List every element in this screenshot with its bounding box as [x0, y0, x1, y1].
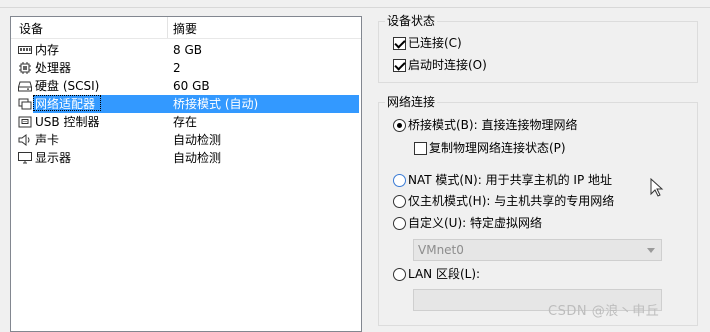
network-adapter-icon: [18, 98, 32, 110]
device-name: 网络适配器: [35, 97, 96, 111]
device-row-network-adapter[interactable]: 网络适配器 桥接模式 (自动): [11, 95, 361, 113]
column-separator[interactable]: [167, 17, 168, 39]
device-status-title: 设备状态: [385, 13, 438, 29]
bridged-radio[interactable]: [393, 119, 406, 132]
device-summary: 自动检测: [173, 133, 222, 147]
replicate-state-label[interactable]: 复制物理网络连接状态(P): [429, 140, 566, 156]
column-header-summary[interactable]: 摘要: [173, 21, 197, 37]
header-divider: [11, 38, 361, 39]
chevron-down-icon: [647, 248, 655, 253]
processor-icon: [19, 62, 31, 74]
window-top-edge: [0, 0, 710, 8]
connect-at-power-on-label[interactable]: 启动时连接(O): [408, 57, 487, 73]
device-summary: 自动检测: [173, 151, 222, 165]
bridged-label[interactable]: 桥接模式(B): 直接连接物理网络: [408, 117, 577, 133]
watermark: CSDN @浪丶申丘: [548, 304, 660, 319]
custom-radio[interactable]: [393, 217, 406, 230]
device-name: 声卡: [35, 133, 60, 147]
lan-segment-label[interactable]: LAN 区段(L):: [408, 266, 480, 282]
hard-disk-icon: [18, 81, 32, 92]
usb-icon: [18, 116, 32, 128]
host-only-label[interactable]: 仅主机模式(H): 与主机共享的专用网络: [408, 193, 614, 209]
device-summary: 8 GB: [173, 43, 202, 57]
vmnet-select[interactable]: VMnet0: [413, 239, 662, 261]
nat-label[interactable]: NAT 模式(N): 用于共享主机的 IP 地址: [408, 172, 612, 188]
device-name: USB 控制器: [35, 115, 100, 129]
nat-radio[interactable]: [393, 174, 406, 187]
connect-at-power-on-checkbox[interactable]: [393, 59, 406, 72]
device-summary: 桥接模式 (自动): [173, 97, 259, 111]
device-summary: 60 GB: [173, 79, 210, 93]
vmnet-select-value: VMnet0: [418, 243, 464, 257]
list-header: 设备 摘要: [11, 17, 361, 39]
custom-label[interactable]: 自定义(U): 特定虚拟网络: [408, 215, 542, 231]
device-row-memory[interactable]: 内存 8 GB: [11, 41, 361, 59]
lan-segment-radio[interactable]: [393, 268, 406, 281]
device-row-hard-disk[interactable]: 硬盘 (SCSI) 60 GB: [11, 77, 361, 95]
network-connection-title: 网络连接: [385, 94, 438, 110]
display-icon: [18, 152, 32, 164]
column-header-device[interactable]: 设备: [19, 21, 43, 37]
connected-checkbox[interactable]: [393, 37, 406, 50]
device-list[interactable]: 设备 摘要 内存 8 GB 处理器 2 硬盘 (SCSI) 60 GB 网络适配…: [10, 16, 362, 332]
device-row-display[interactable]: 显示器 自动检测: [11, 149, 361, 167]
device-row-processor[interactable]: 处理器 2: [11, 59, 361, 77]
device-name: 硬盘 (SCSI): [35, 79, 100, 93]
memory-icon: [18, 46, 32, 54]
device-summary: 存在: [173, 115, 198, 129]
device-summary: 2: [173, 61, 181, 75]
mouse-cursor-icon: [650, 178, 664, 197]
sound-icon: [18, 134, 30, 146]
host-only-radio[interactable]: [393, 195, 406, 208]
device-status-group: 设备状态: [378, 13, 698, 83]
device-row-usb-controller[interactable]: USB 控制器 存在: [11, 113, 361, 131]
device-name: 处理器: [35, 61, 72, 75]
replicate-state-checkbox[interactable]: [414, 142, 427, 155]
device-row-sound-card[interactable]: 声卡 自动检测: [11, 131, 361, 149]
connected-label[interactable]: 已连接(C): [408, 35, 462, 51]
device-name: 显示器: [35, 151, 72, 165]
device-name: 内存: [35, 43, 60, 57]
